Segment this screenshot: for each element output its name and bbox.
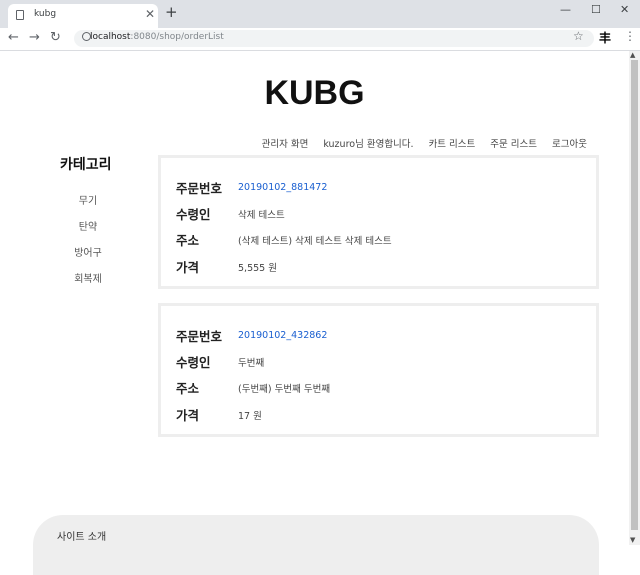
recipient-label: 수령인 — [176, 355, 211, 370]
top-navigation: 관리자 화면 kuzuro님 환영합니다. 카트 리스트 주문 리스트 로그아웃 — [262, 136, 587, 150]
browser-tab[interactable]: kubg ✕ — [8, 4, 158, 28]
scroll-up-icon[interactable]: ▲ — [630, 51, 635, 59]
address-label: 주소 — [176, 381, 200, 396]
scroll-down-icon[interactable]: ▼ — [630, 536, 635, 544]
browser-toolbar: ← → ↻ localhost:8080/shop/orderList ☆ 丰 … — [0, 28, 640, 51]
order-no-label: 주문번호 — [176, 181, 223, 196]
back-arrow-icon[interactable]: ← — [8, 30, 19, 45]
url-host: localhost — [90, 32, 131, 42]
scroll-thumb[interactable] — [631, 60, 638, 530]
recipient-row: 수령인 두번째 — [176, 352, 264, 371]
nav-cart-link[interactable]: 카트 리스트 — [429, 136, 476, 150]
category-item-armor[interactable]: 방어구 — [56, 244, 120, 270]
nav-admin-link[interactable]: 관리자 화면 — [262, 136, 309, 150]
address-row: 주소 (두번째) 두번째 두번째 — [176, 378, 330, 397]
order-card: 주문번호 20190102_432862 수령인 두번째 주소 (두번째) 두번… — [158, 303, 599, 437]
address-label: 주소 — [176, 233, 200, 248]
document-icon — [16, 10, 24, 20]
site-footer: 사이트 소개 — [33, 515, 599, 575]
close-tab-icon[interactable]: ✕ — [145, 7, 155, 21]
price-row: 가격 17 원 — [176, 405, 262, 424]
order-no-link[interactable]: 20190102_432862 — [238, 330, 327, 341]
site-logo[interactable]: KUBG — [0, 74, 629, 113]
order-no-row: 주문번호 20190102_881472 — [176, 178, 327, 197]
address-row: 주소 (삭제 테스트) 삭제 테스트 삭제 테스트 — [176, 230, 392, 249]
price-label: 가격 — [176, 408, 200, 423]
minimize-icon[interactable]: — — [560, 3, 571, 16]
nav-welcome-text: kuzuro님 환영합니다. — [323, 139, 414, 150]
order-no-row: 주문번호 20190102_432862 — [176, 326, 327, 345]
recipient-value: 삭제 테스트 — [238, 209, 285, 221]
price-value: 5,555 원 — [238, 262, 277, 274]
reload-icon[interactable]: ↻ — [50, 30, 61, 45]
extension-icon[interactable]: 丰 — [599, 29, 611, 46]
category-title: 카테고리 — [60, 157, 112, 173]
recipient-label: 수령인 — [176, 207, 211, 222]
category-item-healing[interactable]: 회복제 — [56, 270, 120, 296]
bookmark-star-icon[interactable]: ☆ — [573, 29, 584, 43]
price-value: 17 원 — [238, 410, 262, 422]
address-value: (삭제 테스트) 삭제 테스트 삭제 테스트 — [238, 235, 392, 247]
footer-title: 사이트 소개 — [57, 532, 107, 543]
order-card: 주문번호 20190102_881472 수령인 삭제 테스트 주소 (삭제 테… — [158, 155, 599, 289]
address-bar[interactable]: localhost:8080/shop/orderList — [74, 30, 594, 47]
recipient-value: 두번째 — [238, 357, 265, 369]
window-close-icon[interactable]: ✕ — [620, 3, 629, 16]
browser-tabstrip: kubg ✕ + — ☐ ✕ — [0, 0, 640, 28]
price-row: 가격 5,555 원 — [176, 257, 277, 276]
nav-logout-link[interactable]: 로그아웃 — [552, 136, 587, 150]
price-label: 가격 — [176, 260, 200, 275]
url-path: :8080/shop/orderList — [130, 32, 224, 42]
order-no-link[interactable]: 20190102_881472 — [238, 182, 327, 193]
new-tab-button[interactable]: + — [165, 5, 178, 20]
recipient-row: 수령인 삭제 테스트 — [176, 204, 285, 223]
nav-orders-link[interactable]: 주문 리스트 — [490, 136, 537, 150]
maximize-icon[interactable]: ☐ — [591, 3, 601, 16]
browser-menu-icon[interactable]: ⋮ — [624, 29, 636, 43]
category-list: 무기 탄약 방어구 회복제 — [56, 192, 120, 296]
forward-arrow-icon[interactable]: → — [29, 30, 40, 45]
order-no-label: 주문번호 — [176, 329, 223, 344]
category-item-ammo[interactable]: 탄약 — [56, 218, 120, 244]
category-item-weapons[interactable]: 무기 — [56, 192, 120, 218]
address-value: (두번째) 두번째 두번째 — [238, 383, 331, 395]
url-text: localhost:8080/shop/orderList — [90, 32, 224, 42]
tab-title: kubg — [34, 9, 57, 19]
page-scrollbar[interactable]: ▲ ▼ — [629, 51, 640, 545]
